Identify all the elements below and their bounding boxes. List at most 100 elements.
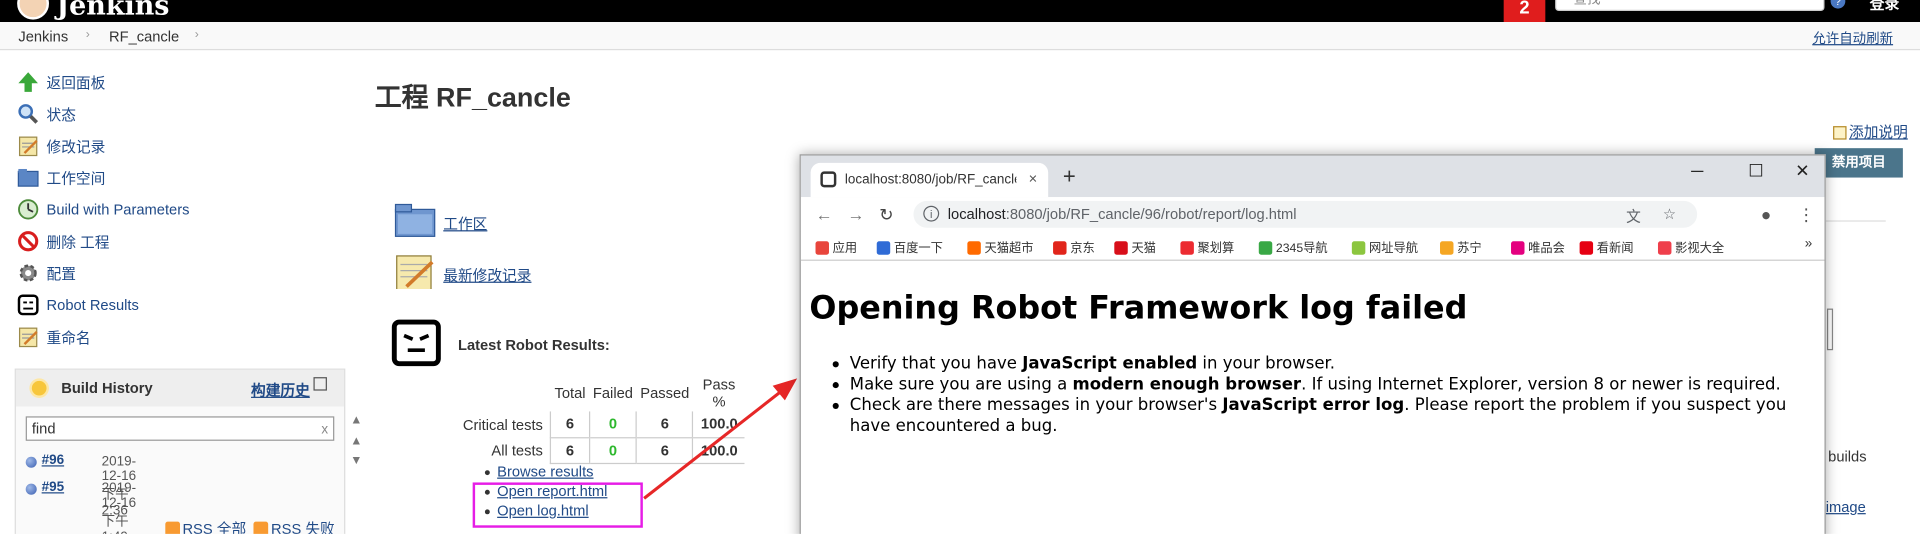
bookmark-item[interactable]: 看新闻 bbox=[1579, 238, 1634, 256]
bookmark-item[interactable]: 天猫超市 bbox=[967, 238, 1033, 256]
bullet-text: Make sure you are using a bbox=[849, 374, 1073, 395]
notification-badge[interactable]: 2 bbox=[1503, 0, 1546, 23]
bookmarks-bar: 应用 百度一下 天猫超市 京东 天猫 聚划算 2345导航 网址导航 苏宁 唯品会 看新闻 影视大全 » bbox=[800, 231, 1825, 261]
login-link[interactable]: 登录 bbox=[1870, 0, 1899, 13]
site-info-icon[interactable]: i bbox=[923, 205, 940, 222]
rss-icon bbox=[165, 521, 181, 534]
passed-cell: 6 bbox=[635, 437, 693, 464]
scroll-up-icon[interactable]: ▲ bbox=[350, 435, 362, 448]
help-icon[interactable]: ? bbox=[1830, 0, 1846, 9]
list-item: Make sure you are using a modern enough … bbox=[832, 374, 1805, 396]
bookmark-star-icon[interactable]: ☆ bbox=[1663, 206, 1676, 223]
breadcrumb-jenkins[interactable]: Jenkins bbox=[18, 28, 68, 45]
bookmark-item[interactable]: 2345导航 bbox=[1258, 238, 1328, 256]
bookmark-favicon-icon bbox=[1511, 241, 1525, 255]
minimize-icon[interactable]: ─ bbox=[1673, 160, 1722, 180]
bookmark-item[interactable]: 唯品会 bbox=[1511, 238, 1565, 256]
right-panel-image-link[interactable]: image bbox=[1826, 498, 1866, 515]
jenkins-logo-icon[interactable] bbox=[17, 0, 49, 20]
back-icon[interactable]: ← bbox=[816, 204, 833, 224]
screenshot-stage: Jenkins 2 查找 ? 登录 Jenkins › RF_cancle › … bbox=[0, 0, 1920, 534]
menu-kebab-icon[interactable]: ⋮ bbox=[1798, 204, 1815, 225]
bookmark-item[interactable]: 百度一下 bbox=[876, 238, 943, 256]
jenkins-header: Jenkins 2 查找 ? 登录 bbox=[0, 0, 1920, 23]
build-date[interactable]: 2019-12-16 下午1:49 bbox=[102, 481, 136, 534]
rss-all-link[interactable]: RSS 全部 bbox=[182, 520, 246, 533]
rss-fail-link[interactable]: RSS 失败 bbox=[271, 520, 335, 533]
bullet-bold-text: JavaScript enabled bbox=[1022, 353, 1198, 374]
breadcrumb-separator-icon[interactable]: › bbox=[195, 28, 199, 41]
sidebar-item-back-to-dashboard[interactable]: 返回面板 bbox=[17, 66, 348, 98]
sidebar-item-rename[interactable]: 重命名 bbox=[17, 321, 348, 353]
search-input[interactable]: 查找 bbox=[1555, 0, 1825, 12]
sidebar-item-configure[interactable]: 配置 bbox=[17, 257, 348, 289]
bookmark-item[interactable]: 聚划算 bbox=[1180, 238, 1234, 256]
breadcrumb-project[interactable]: RF_cancle bbox=[109, 28, 179, 45]
workspace-link[interactable]: 工作区 bbox=[443, 213, 487, 234]
browser-tab[interactable]: localhost:8080/job/RF_cancle/ × bbox=[810, 162, 1049, 198]
robot-results-title: Latest Robot Results: bbox=[457, 336, 610, 354]
build-number-link[interactable]: #96 bbox=[42, 453, 64, 468]
magnifier-icon bbox=[17, 103, 39, 125]
filter-input-value: find bbox=[31, 420, 56, 438]
bookmark-item[interactable]: 苏宁 bbox=[1440, 238, 1482, 256]
close-window-icon[interactable]: ✕ bbox=[1778, 160, 1825, 181]
table-header-empty bbox=[456, 375, 551, 412]
scroll-top-icon[interactable]: ▲ bbox=[350, 414, 362, 427]
sidebar-item-status[interactable]: 状态 bbox=[17, 98, 348, 130]
bookmark-label: 应用 bbox=[832, 242, 858, 256]
robot-icon bbox=[391, 319, 441, 367]
bookmark-favicon-icon bbox=[1440, 241, 1454, 255]
trend-chart-icon[interactable] bbox=[313, 377, 327, 391]
sidebar-item-delete-project[interactable]: 删除 工程 bbox=[17, 225, 348, 257]
bookmark-label: 2345导航 bbox=[1275, 242, 1328, 256]
sidebar-item-label: Build with Parameters bbox=[46, 200, 190, 218]
notepad-icon bbox=[17, 326, 39, 348]
pass-pct-cell: 100.0 bbox=[692, 437, 746, 464]
auto-refresh-link[interactable]: 允许自动刷新 bbox=[1812, 28, 1893, 48]
url-input[interactable]: i localhost:8080/job/RF_cancle/96/robot/… bbox=[913, 200, 1698, 228]
bookmark-item[interactable]: 天猫 bbox=[1114, 238, 1156, 256]
sidebar-item-build-with-parameters[interactable]: Build with Parameters bbox=[17, 193, 348, 225]
bookmark-label: 看新闻 bbox=[1596, 242, 1634, 256]
maximize-icon[interactable]: ☐ bbox=[1731, 160, 1780, 181]
browser-window: localhost:8080/job/RF_cancle/ × + ─ ☐ ✕ … bbox=[799, 154, 1826, 534]
bookmark-item[interactable]: 应用 bbox=[815, 238, 858, 256]
sidebar-item-robot-results[interactable]: Robot Results bbox=[17, 289, 348, 321]
profile-icon[interactable]: ● bbox=[1761, 204, 1771, 224]
sidebar-item-changes[interactable]: 修改记录 bbox=[17, 130, 348, 162]
build-number-link[interactable]: #95 bbox=[42, 480, 64, 495]
latest-changes-link[interactable]: 最新修改记录 bbox=[443, 264, 531, 285]
rss-icon bbox=[253, 521, 269, 534]
bookmarks-overflow-icon[interactable]: » bbox=[1805, 236, 1813, 251]
build-history-filter-input[interactable]: find x bbox=[25, 416, 335, 441]
table-header: Total bbox=[554, 384, 586, 402]
bookmark-item[interactable]: 影视大全 bbox=[1657, 238, 1724, 256]
build-trend-link[interactable]: 构建历史 bbox=[251, 380, 310, 401]
total-cell: 6 bbox=[550, 411, 590, 438]
error-heading: Opening Robot Framework log failed bbox=[809, 290, 1468, 327]
add-description-label: 添加说明 bbox=[1848, 123, 1908, 141]
edit-icon bbox=[1833, 126, 1847, 140]
sidebar-item-workspace[interactable]: 工作空间 bbox=[17, 162, 348, 194]
scroll-down-icon[interactable]: ▼ bbox=[350, 454, 362, 467]
bookmark-item[interactable]: 网址导航 bbox=[1351, 238, 1418, 256]
new-tab-icon[interactable]: + bbox=[1063, 165, 1076, 187]
jenkins-logo-text[interactable]: Jenkins bbox=[56, 0, 169, 22]
add-description-link[interactable]: 添加说明 bbox=[1833, 121, 1908, 142]
breadcrumb-separator-icon[interactable]: › bbox=[86, 28, 90, 41]
browse-results-link[interactable]: Browse results bbox=[497, 463, 593, 480]
sidebar-item-label: 删除 工程 bbox=[46, 233, 110, 251]
right-panel-widget bbox=[1826, 308, 1834, 351]
forward-icon[interactable]: → bbox=[847, 204, 864, 224]
bookmark-item[interactable]: 京东 bbox=[1053, 238, 1095, 256]
failed-cell: 0 bbox=[588, 437, 637, 464]
translate-icon[interactable]: 文 bbox=[1626, 206, 1641, 227]
reload-icon[interactable]: ↻ bbox=[879, 204, 893, 225]
bullet-bold-text: JavaScript error log bbox=[1222, 395, 1405, 416]
passed-cell: 6 bbox=[635, 411, 693, 438]
disable-project-button[interactable]: 禁用项目 bbox=[1814, 148, 1903, 178]
robot-favicon-icon bbox=[820, 171, 837, 188]
clear-filter-icon[interactable]: x bbox=[321, 419, 328, 441]
tab-close-icon[interactable]: × bbox=[1029, 170, 1038, 187]
